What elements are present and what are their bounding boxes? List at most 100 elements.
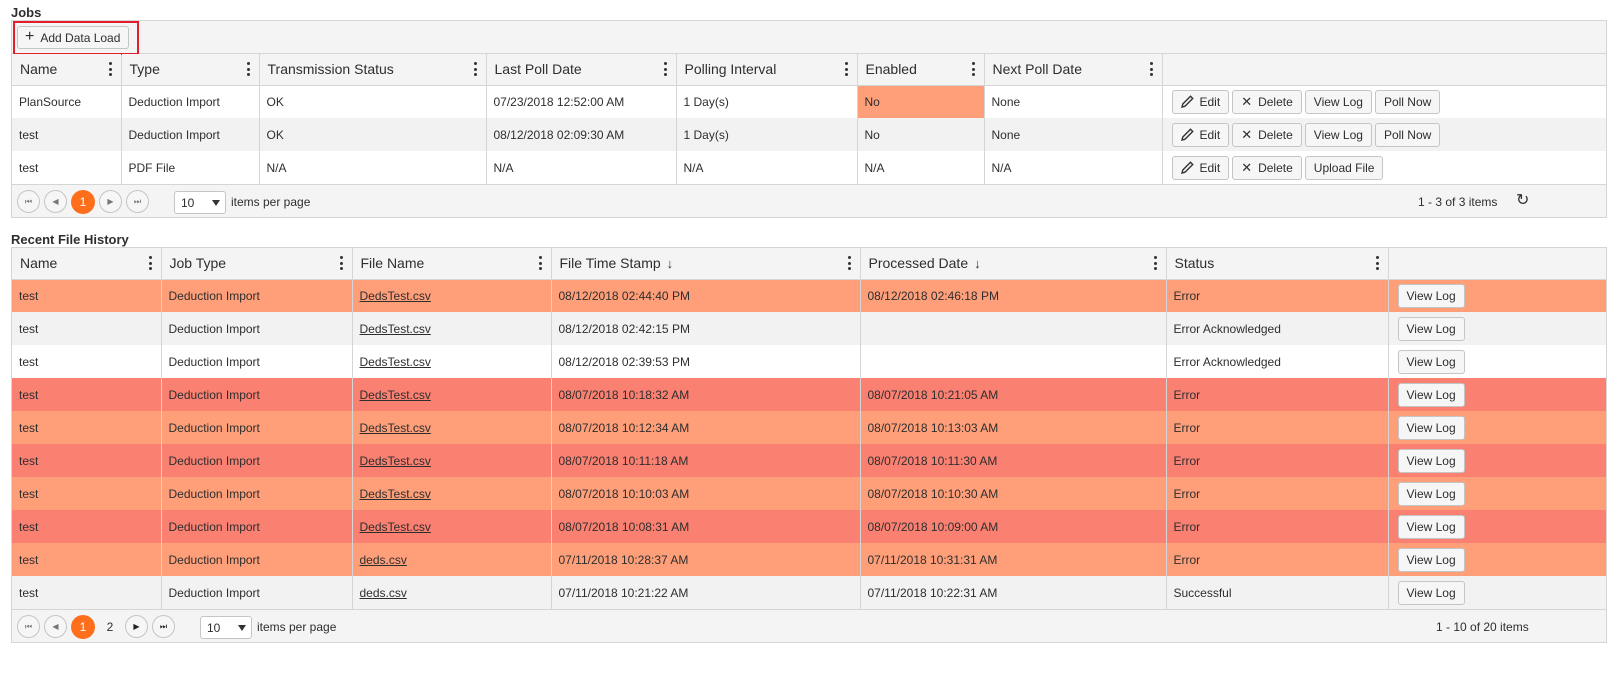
next-page-icon[interactable]: ▶ xyxy=(99,190,122,213)
history-grid: Name Job Type File Name File Time Stamp ↓… xyxy=(11,247,1607,643)
file-name-link[interactable]: deds.csv xyxy=(360,553,407,567)
prev-page-icon[interactable]: ◀ xyxy=(44,190,67,213)
cell-file-time-stamp: 08/07/2018 10:10:03 AM xyxy=(550,477,860,510)
delete-button[interactable]: ✕ Delete xyxy=(1232,122,1302,147)
column-menu-icon[interactable] xyxy=(539,256,543,270)
column-menu-icon[interactable] xyxy=(340,256,344,270)
cell-processed-date xyxy=(859,345,1166,378)
cell-job-type: Deduction Import xyxy=(160,279,352,312)
file-name-link[interactable]: DedsTest.csv xyxy=(360,388,431,402)
col-header-file-name[interactable]: File Name xyxy=(351,248,551,280)
poll-now-button[interactable]: Poll Now xyxy=(1374,122,1441,147)
col-header-polling-interval[interactable]: Polling Interval xyxy=(675,54,857,86)
col-header-name[interactable]: Name xyxy=(12,248,161,280)
column-menu-icon[interactable] xyxy=(1154,256,1158,270)
page-2-link[interactable]: 2 xyxy=(98,615,122,639)
cell-job-type: Deduction Import xyxy=(160,576,352,609)
jobs-header-row: Name Type Transmission Status Last Poll … xyxy=(12,54,1606,86)
refresh-icon[interactable]: ↻ xyxy=(1516,193,1532,209)
view-log-button[interactable]: View Log xyxy=(1397,481,1465,506)
cell-job-type: Deduction Import xyxy=(160,378,352,411)
cell-transmission-status: OK xyxy=(258,85,486,118)
column-menu-icon[interactable] xyxy=(1150,62,1154,76)
file-name-link[interactable]: DedsTest.csv xyxy=(360,355,431,369)
page-size-select[interactable]: 10 xyxy=(174,191,226,214)
view-log-button[interactable]: View Log xyxy=(1397,547,1465,572)
cell-job-type: Deduction Import xyxy=(160,477,352,510)
view-log-button[interactable]: View Log xyxy=(1397,283,1465,308)
column-menu-icon[interactable] xyxy=(845,62,849,76)
view-log-button[interactable]: View Log xyxy=(1397,382,1465,407)
delete-label: Delete xyxy=(1258,127,1293,142)
page-size-select[interactable]: 10 xyxy=(200,616,252,639)
cell-actions: View Log xyxy=(1387,543,1606,576)
file-name-link[interactable]: DedsTest.csv xyxy=(360,421,431,435)
delete-button[interactable]: ✕ Delete xyxy=(1232,155,1302,180)
jobs-toolbar: + Add Data Load xyxy=(12,21,1606,55)
file-name-link[interactable]: DedsTest.csv xyxy=(360,454,431,468)
prev-page-icon[interactable]: ◀ xyxy=(44,615,67,638)
view-log-button[interactable]: View Log xyxy=(1304,89,1372,114)
cell-name: test xyxy=(12,118,121,151)
table-row: test Deduction Import DedsTest.csv 08/12/20… xyxy=(12,279,1606,312)
file-name-link[interactable]: DedsTest.csv xyxy=(360,289,431,303)
view-log-button[interactable]: View Log xyxy=(1397,415,1465,440)
cell-last-poll-date: 07/23/2018 12:52:00 AM xyxy=(485,85,676,118)
view-log-button[interactable]: View Log xyxy=(1397,349,1465,374)
cell-status: Error xyxy=(1165,510,1388,543)
next-page-icon[interactable]: ▶ xyxy=(125,615,148,638)
view-log-button[interactable]: View Log xyxy=(1397,580,1465,605)
col-header-file-time-stamp[interactable]: File Time Stamp ↓ xyxy=(550,248,860,280)
first-page-icon[interactable]: ⏮ xyxy=(17,615,40,638)
col-header-type[interactable]: Type xyxy=(120,54,259,86)
upload-file-label: Upload File xyxy=(1313,160,1375,175)
view-log-button[interactable]: View Log xyxy=(1397,316,1465,341)
view-log-button[interactable]: View Log xyxy=(1304,122,1372,147)
column-menu-icon[interactable] xyxy=(247,62,251,76)
page-size-value: 10 xyxy=(181,195,195,210)
column-menu-icon[interactable] xyxy=(848,256,852,270)
edit-button[interactable]: Edit xyxy=(1171,122,1230,147)
col-header-last-poll-date[interactable]: Last Poll Date xyxy=(485,54,676,86)
view-log-button[interactable]: View Log xyxy=(1397,514,1465,539)
cell-status: Error Acknowledged xyxy=(1165,312,1388,345)
col-header-status[interactable]: Status xyxy=(1165,248,1388,280)
upload-file-button[interactable]: Upload File xyxy=(1304,155,1384,180)
col-header-job-type[interactable]: Job Type xyxy=(160,248,352,280)
column-menu-icon[interactable] xyxy=(109,62,113,76)
col-header-processed-date[interactable]: Processed Date ↓ xyxy=(859,248,1166,280)
file-name-link[interactable]: deds.csv xyxy=(360,586,407,600)
column-menu-icon[interactable] xyxy=(972,62,976,76)
col-header-next-poll-date[interactable]: Next Poll Date xyxy=(983,54,1162,86)
page-size-value: 10 xyxy=(207,620,221,635)
col-header-label: Polling Interval xyxy=(684,61,777,78)
file-name-link[interactable]: DedsTest.csv xyxy=(360,487,431,501)
last-page-icon[interactable]: ⏭ xyxy=(126,190,149,213)
poll-now-label: Poll Now xyxy=(1383,127,1432,142)
cell-processed-date xyxy=(859,312,1166,345)
cell-name: test xyxy=(12,411,161,444)
col-header-transmission-status[interactable]: Transmission Status xyxy=(258,54,486,86)
current-page[interactable]: 1 xyxy=(71,615,95,639)
delete-button[interactable]: ✕ Delete xyxy=(1232,89,1302,114)
edit-button[interactable]: Edit xyxy=(1171,155,1230,180)
add-data-load-button[interactable]: + Add Data Load xyxy=(17,26,130,49)
first-page-icon[interactable]: ⏮ xyxy=(17,190,40,213)
column-menu-icon[interactable] xyxy=(149,256,153,270)
edit-button[interactable]: Edit xyxy=(1171,89,1230,114)
column-menu-icon[interactable] xyxy=(474,62,478,76)
last-page-icon[interactable]: ⏭ xyxy=(152,615,175,638)
items-per-page-label: items per page xyxy=(231,195,311,209)
column-menu-icon[interactable] xyxy=(1376,256,1380,270)
view-log-button[interactable]: View Log xyxy=(1397,448,1465,473)
col-header-name[interactable]: Name xyxy=(12,54,121,86)
file-name-link[interactable]: DedsTest.csv xyxy=(360,520,431,534)
cell-name: test xyxy=(12,378,161,411)
file-name-link[interactable]: DedsTest.csv xyxy=(360,322,431,336)
poll-now-button[interactable]: Poll Now xyxy=(1374,89,1441,114)
pager-info: 1 - 3 of 3 items xyxy=(1418,195,1498,209)
col-header-enabled[interactable]: Enabled xyxy=(856,54,984,86)
cell-file-time-stamp: 07/11/2018 10:28:37 AM xyxy=(550,543,860,576)
column-menu-icon[interactable] xyxy=(664,62,668,76)
current-page[interactable]: 1 xyxy=(71,190,95,214)
